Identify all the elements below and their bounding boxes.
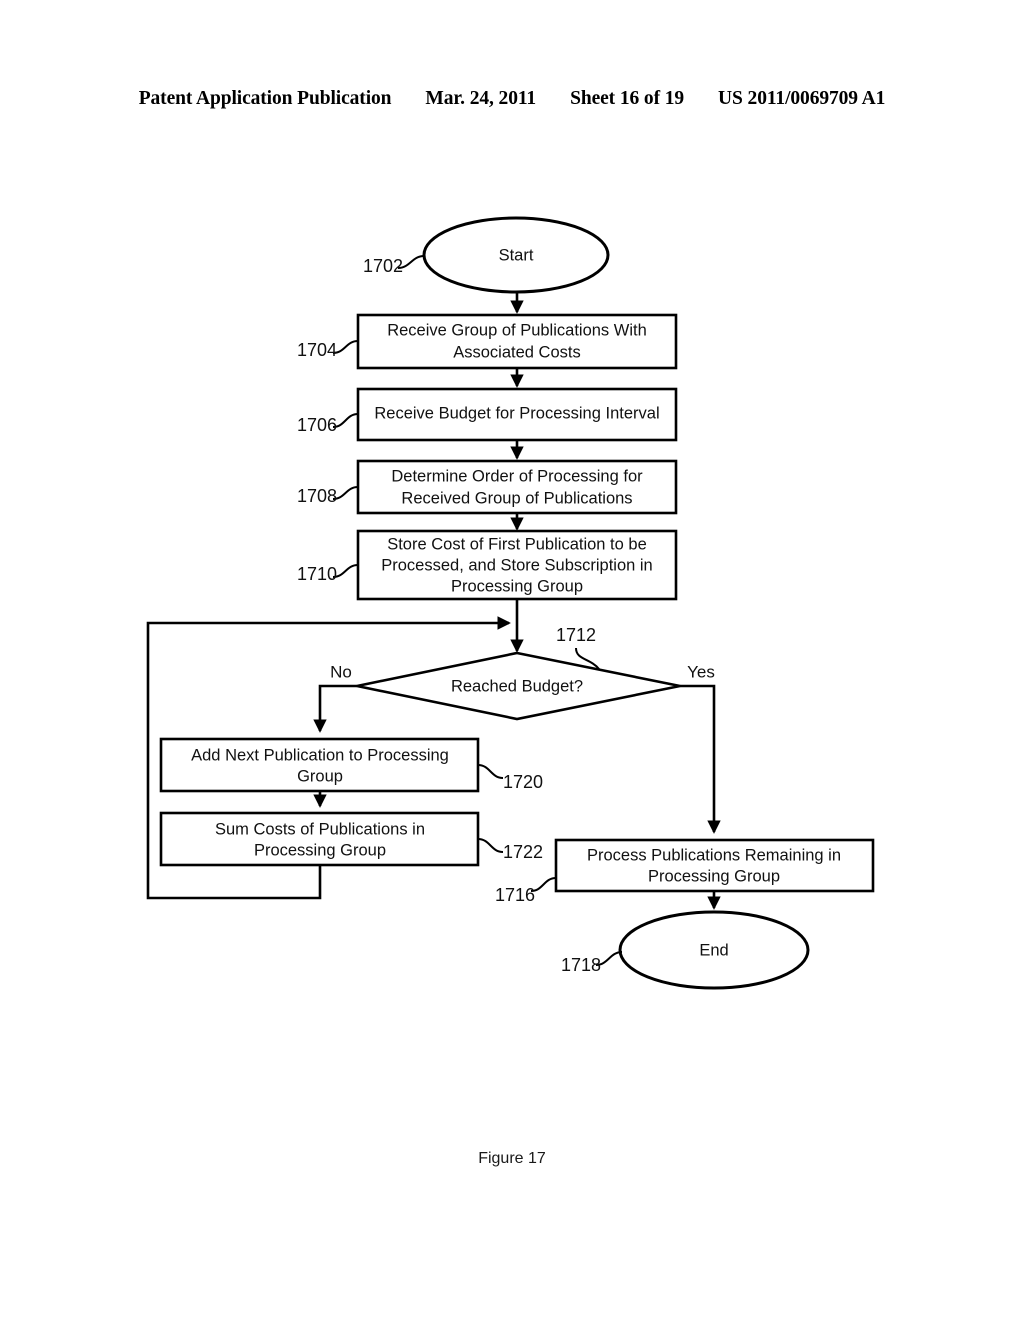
flow-node-process-remaining: Process Publications Remaining in Proces…	[495, 838, 875, 905]
receive-group-line-1: Receive Group of Publications With	[387, 321, 647, 339]
leader-line-1722	[477, 838, 504, 853]
branch-label-yes: Yes	[687, 662, 715, 681]
process-remaining-line-1: Process Publications Remaining in	[587, 846, 841, 864]
branch-label-no: No	[330, 662, 352, 681]
ref-number-1710: 1710	[297, 564, 337, 584]
flow-node-reached-budget: Reached Budget? 1712	[356, 625, 681, 721]
store-cost-line-2: Processed, and Store Subscription in	[381, 556, 653, 574]
figure-caption: Figure 17	[0, 1150, 1024, 1168]
ref-number-1702: 1702	[363, 256, 403, 276]
reached-budget-label: Reached Budget?	[451, 677, 583, 695]
flowchart-figure-17: No Yes Start 1702 Receive Group of Publi…	[146, 216, 875, 990]
add-next-line-2: Group	[297, 767, 343, 785]
process-remaining-line-2: Processing Group	[648, 867, 780, 885]
start-label: Start	[499, 246, 534, 264]
receive-budget-line-1: Receive Budget for Processing Interval	[374, 404, 659, 422]
determine-order-line-1: Determine Order of Processing for	[391, 467, 643, 485]
end-label: End	[699, 941, 728, 959]
ref-number-1716: 1716	[495, 885, 535, 905]
connector-no-branch-to-1720	[313, 684, 357, 733]
flow-node-receive-budget: Receive Budget for Processing Interval 1…	[297, 387, 678, 442]
add-next-line-1: Add Next Publication to Processing	[191, 746, 449, 764]
sum-costs-line-2: Processing Group	[254, 841, 386, 859]
determine-order-line-2: Received Group of Publications	[401, 489, 632, 507]
ref-number-1722: 1722	[503, 842, 543, 862]
leader-line-1720	[477, 764, 504, 779]
store-cost-line-1: Store Cost of First Publication to be	[387, 535, 647, 553]
ref-number-1712: 1712	[556, 625, 596, 645]
ref-number-1708: 1708	[297, 486, 337, 506]
flow-node-determine-order: Determine Order of Processing for Receiv…	[297, 459, 678, 515]
flow-node-receive-group: Receive Group of Publications With Assoc…	[297, 313, 678, 370]
flow-node-start: Start 1702	[363, 216, 610, 294]
ref-number-1718: 1718	[561, 955, 601, 975]
ref-number-1706: 1706	[297, 415, 337, 435]
flow-node-sum-costs: Sum Costs of Publications in Processing …	[159, 811, 543, 867]
flow-node-end: End 1718	[561, 910, 810, 990]
figure-caption-text: Figure 17	[478, 1150, 546, 1167]
connector-yes-branch-to-1716	[680, 684, 721, 834]
sum-costs-line-1: Sum Costs of Publications in	[215, 820, 425, 838]
flow-node-store-cost: Store Cost of First Publication to be Pr…	[297, 529, 678, 601]
receive-group-line-2: Associated Costs	[453, 343, 580, 361]
flow-node-add-next: Add Next Publication to Processing Group…	[159, 737, 543, 793]
ref-number-1720: 1720	[503, 772, 543, 792]
ref-number-1704: 1704	[297, 340, 337, 360]
store-cost-line-3: Processing Group	[451, 577, 583, 595]
